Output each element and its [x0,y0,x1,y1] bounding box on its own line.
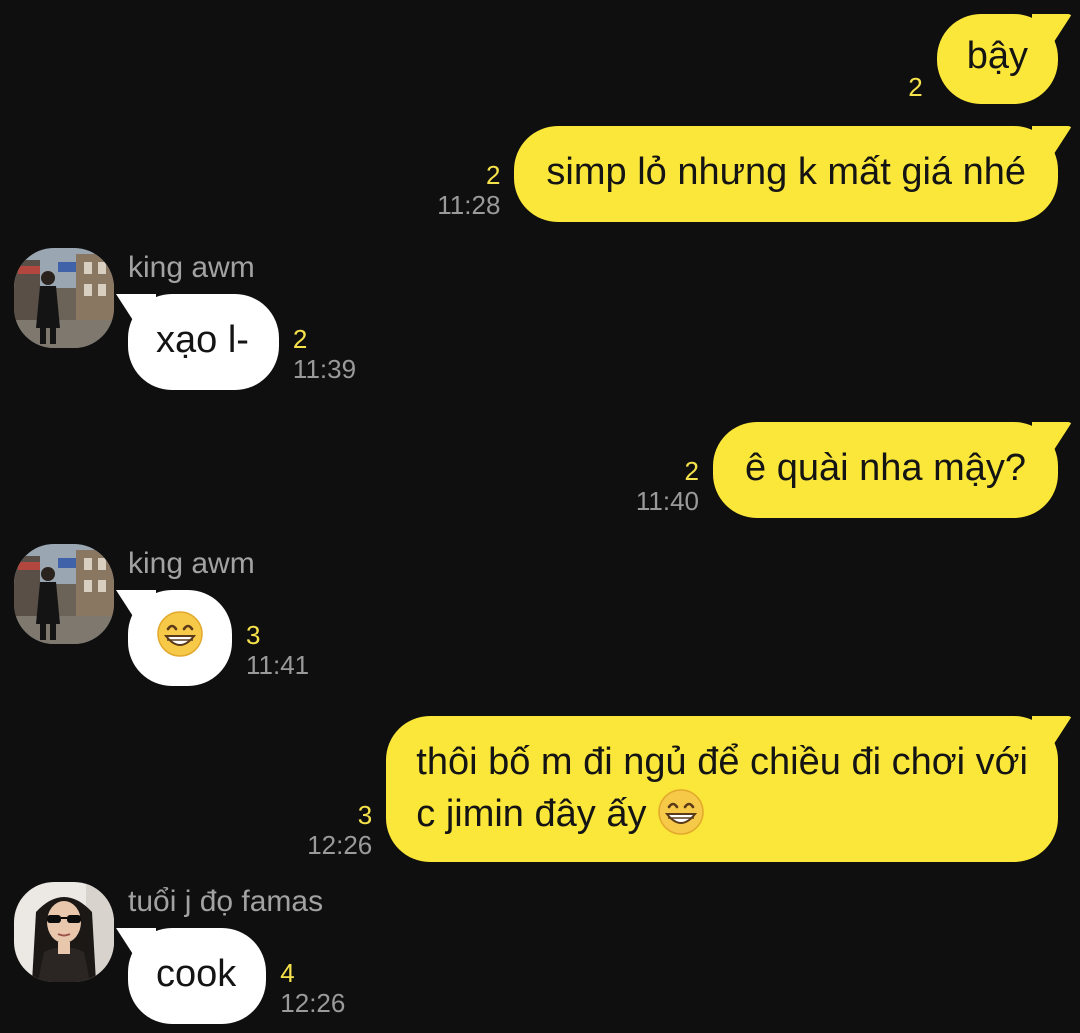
message-line: xạo l- 2 11:39 [128,294,356,390]
sender-name[interactable]: king awm [128,546,309,582]
sender-name[interactable]: tuổi j đọ famas [128,884,345,920]
message-row-incoming: king awm 3 11:41 [14,544,309,686]
message-content: king awm xạo l- 2 11:39 [128,248,356,390]
message-bubble-outgoing[interactable]: bậy [936,14,1058,104]
message-content: king awm 3 11:41 [128,544,309,686]
avatar-photo-man-street [14,544,114,644]
avatar-photo-woman-sunglasses [14,882,114,982]
message-time: 12:26 [307,830,373,860]
message-text: simp lỏ nhưng k mất giá nhé [546,151,1026,193]
message-meta: 2 [908,72,922,102]
message-content: tuổi j đọ famas cook 4 12:26 [128,882,345,1024]
message-row-outgoing: 2 11:40 ê quài nha mậy? [636,422,1058,518]
unread-count: 3 [246,620,261,650]
message-bubble-outgoing[interactable]: ê quài nha mậy? [713,422,1058,518]
message-bubble-outgoing[interactable]: thôi bố m đi ngủ để chiều đi chơi với c … [386,716,1058,862]
message-time: 11:41 [246,650,310,680]
avatar[interactable] [14,544,114,644]
unread-count: 2 [485,160,501,190]
message-meta: 4 12:26 [280,958,345,1018]
unread-count: 2 [908,72,923,102]
message-text: ê quài nha mậy? [745,447,1026,489]
message-row-outgoing: 2 bậy [908,14,1058,104]
message-text-line: thôi bố m đi ngủ để chiều đi chơi với [416,741,1028,783]
message-meta: 2 11:40 [636,456,699,516]
message-bubble-outgoing[interactable]: simp lỏ nhưng k mất giá nhé [514,126,1058,222]
unread-count: 2 [292,324,308,354]
grinning-face-icon [658,789,704,835]
message-row-incoming: tuổi j đọ famas cook 4 12:26 [14,882,345,1024]
avatar[interactable] [14,248,114,348]
message-text: bậy [966,35,1028,77]
message-row-incoming: king awm xạo l- 2 11:39 [14,248,356,390]
chat-message-list[interactable]: 2 bậy 2 11:28 simp lỏ nhưng k mất giá nh… [0,0,1080,1033]
message-row-outgoing: 2 11:28 simp lỏ nhưng k mất giá nhé [437,126,1058,222]
message-line: cook 4 12:26 [128,928,345,1024]
message-row-outgoing: 3 12:26 thôi bố m đi ngủ để chiều đi chơ… [307,716,1058,862]
unread-count: 2 [684,456,700,486]
message-bubble-incoming[interactable]: xạo l- [128,294,279,390]
message-meta: 2 11:28 [437,160,500,220]
message-meta: 3 11:41 [246,620,309,680]
message-meta: 3 12:26 [307,800,372,860]
message-bubble-incoming[interactable] [128,590,232,686]
message-text: xạo l- [156,319,249,361]
message-line: 3 11:41 [128,590,309,686]
message-text: cook [156,953,237,995]
message-time: 11:39 [292,354,357,384]
sender-name[interactable]: king awm [128,250,356,286]
message-bubble-incoming[interactable]: cook [128,928,267,1024]
unread-count: 3 [357,800,373,830]
avatar-photo-man-street [14,248,114,348]
message-time: 12:26 [280,988,346,1018]
message-text-line: c jimin đây ấy [416,788,1028,840]
message-time: 11:28 [437,190,501,220]
message-time: 11:40 [635,486,700,516]
grinning-face-icon [157,611,203,657]
unread-count: 4 [280,958,295,988]
avatar[interactable] [14,882,114,982]
message-meta: 2 11:39 [293,324,356,384]
